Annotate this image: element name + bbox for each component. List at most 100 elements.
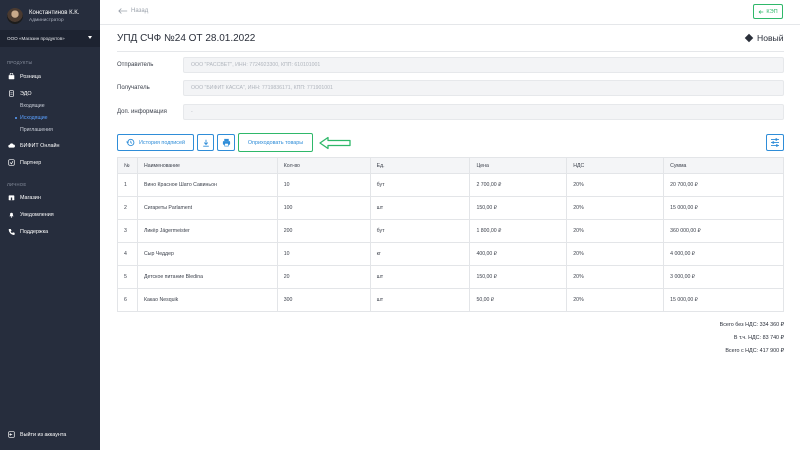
receive-goods-button[interactable]: Оприходовать товары bbox=[238, 133, 313, 152]
section-personal: ЛИЧНОЕ bbox=[7, 182, 27, 187]
printer-icon bbox=[222, 138, 230, 147]
table-cell: Детское питание Bledina bbox=[136, 265, 278, 289]
table-cell: 20 bbox=[276, 265, 371, 289]
signature-history-button[interactable]: История подписей bbox=[117, 134, 194, 151]
sidebar-item-label: Магазин bbox=[20, 194, 41, 201]
sender-field: ООО "РАССВЕТ", ИНН: 7724923300, КПП: 610… bbox=[183, 57, 784, 73]
chevron-down-icon bbox=[88, 36, 92, 39]
table-cell: 400,00 ₽ bbox=[469, 242, 567, 266]
cloud-icon bbox=[8, 143, 15, 148]
table-cell: 5 bbox=[124, 274, 127, 280]
arrow-left-icon bbox=[758, 9, 764, 14]
table-cell: Ликёр Jägermeister bbox=[136, 219, 278, 243]
total-with-vat: Всего с НДС: 417 900 ₽ bbox=[725, 348, 784, 354]
org-selector[interactable]: ООО «Магазин продуктов» bbox=[0, 30, 100, 47]
cart-icon bbox=[8, 73, 15, 80]
divider bbox=[117, 51, 784, 52]
table-row[interactable]: 4 Сыр Чеддер 10 кг 400,00 ₽ 20% 4 000,00… bbox=[117, 242, 784, 266]
logout-icon bbox=[8, 431, 15, 438]
total-vat: В т.ч. НДС: 83 740 ₽ bbox=[733, 335, 784, 341]
table-cell: 360 000,00 ₽ bbox=[663, 219, 784, 243]
recipient-label: Получатель bbox=[117, 85, 150, 91]
table-cell: 6 bbox=[124, 297, 127, 303]
table-row[interactable]: 5 Детское питание Bledina 20 шт 150,00 ₽… bbox=[117, 265, 784, 289]
sidebar-item-label: Поддержка bbox=[20, 228, 49, 235]
table-cell: 1 bbox=[124, 182, 127, 188]
table-cell: 15 000,00 ₽ bbox=[663, 288, 784, 312]
table-cell: 4 bbox=[124, 251, 127, 257]
sidebar-item-outgoing[interactable]: Исходящие bbox=[15, 115, 48, 121]
sidebar-item-support[interactable]: Поддержка bbox=[8, 228, 48, 235]
table-cell: 200 bbox=[276, 219, 371, 243]
table-row[interactable]: 1 Вино Красное Шато Савиньон 10 бут 2 70… bbox=[117, 173, 784, 197]
table-cell: 2 bbox=[124, 205, 127, 211]
sidebar-item-retail[interactable]: Розница bbox=[8, 73, 41, 80]
table-cell: 300 bbox=[276, 288, 371, 312]
table-cell: Какао Nesquik bbox=[136, 288, 278, 312]
table-cell: 15 000,00 ₽ bbox=[663, 196, 784, 220]
column-header: Наименование bbox=[136, 157, 278, 174]
column-header: Кол-во bbox=[276, 157, 371, 174]
document-icon bbox=[9, 90, 14, 97]
total-without-vat: Всего без НДС: 334 360 ₽ bbox=[719, 322, 784, 328]
table-cell: 3 000,00 ₽ bbox=[663, 265, 784, 289]
table-row[interactable]: 2 Сигареты Parlament 100 шт 150,00 ₽ 20%… bbox=[117, 196, 784, 220]
table-cell: Сигареты Parlament bbox=[136, 196, 278, 220]
sidebar-item-label: Партнер bbox=[20, 159, 42, 166]
user-role: Администратор bbox=[29, 17, 64, 23]
table-cell: 20% bbox=[566, 265, 664, 289]
table-cell: шт bbox=[369, 196, 470, 220]
sidebar-item-label: ЭДО bbox=[20, 90, 32, 97]
column-header: Цена bbox=[469, 157, 567, 174]
table-cell: 20% bbox=[566, 173, 664, 197]
table-cell: 20% bbox=[566, 196, 664, 220]
table-cell: 20 700,00 ₽ bbox=[663, 173, 784, 197]
phone-icon bbox=[8, 229, 15, 235]
download-icon bbox=[202, 139, 209, 147]
table-cell: 20% bbox=[566, 288, 664, 312]
logout-button[interactable]: Выйти из аккаунта bbox=[8, 431, 66, 438]
extra-info-label: Доп. информация bbox=[117, 109, 167, 115]
column-header: НДС bbox=[566, 157, 664, 174]
items-table: № Наименование Кол-во Ед. Цена НДС Сумма… bbox=[117, 157, 784, 312]
section-products: ПРОДУКТЫ bbox=[7, 60, 33, 65]
user-name: Константинов К.К. bbox=[29, 9, 80, 16]
avatar[interactable] bbox=[7, 8, 23, 24]
recipient-field: ООО "БИФИТ КАССА", ИНН: 7719836171, КПП:… bbox=[183, 80, 784, 96]
status-label: Новый bbox=[757, 33, 784, 43]
kep-button[interactable]: КЭП bbox=[753, 4, 783, 19]
sidebar-item-incoming[interactable]: Входящие bbox=[20, 103, 45, 109]
table-cell: бут bbox=[369, 173, 470, 197]
arrow-left-icon bbox=[319, 136, 351, 150]
table-header: № Наименование Кол-во Ед. Цена НДС Сумма bbox=[117, 157, 784, 174]
kep-label: КЭП bbox=[766, 8, 778, 15]
sidebar-item-edo[interactable]: ЭДО bbox=[8, 90, 32, 97]
divider bbox=[100, 24, 800, 25]
arrow-left-icon bbox=[118, 8, 128, 14]
table-row[interactable]: 6 Какао Nesquik 300 шт 50,00 ₽ 20% 15 00… bbox=[117, 288, 784, 312]
sidebar-item-shops[interactable]: Магазин bbox=[8, 194, 41, 201]
table-cell: кг bbox=[369, 242, 470, 266]
extra-info-field: - bbox=[183, 104, 784, 120]
table-cell: 150,00 ₽ bbox=[469, 265, 567, 289]
table-cell: бут bbox=[369, 219, 470, 243]
table-cell: 150,00 ₽ bbox=[469, 196, 567, 220]
sidebar-item-label: Уведомления bbox=[20, 211, 54, 218]
sender-label: Отправитель bbox=[117, 62, 154, 68]
columns-settings-button[interactable] bbox=[766, 134, 784, 151]
sidebar-item-partner[interactable]: Партнер bbox=[8, 159, 41, 166]
table-cell: шт bbox=[369, 265, 470, 289]
download-button[interactable] bbox=[197, 134, 214, 151]
sidebar-item-bifit-online[interactable]: БИФИТ Онлайн bbox=[8, 142, 59, 149]
user-profile[interactable]: Константинов К.К. Администратор bbox=[7, 8, 79, 24]
print-button[interactable] bbox=[217, 134, 235, 151]
table-cell: шт bbox=[369, 288, 470, 312]
back-link[interactable]: Назад bbox=[118, 7, 148, 15]
table-cell: 20% bbox=[566, 242, 664, 266]
sidebar-item-invitations[interactable]: Приглашения bbox=[20, 127, 53, 133]
sidebar-item-notifications[interactable]: Уведомления bbox=[8, 211, 54, 218]
table-cell: 3 bbox=[124, 228, 127, 234]
table-cell: 100 bbox=[276, 196, 371, 220]
column-header: Сумма bbox=[663, 157, 784, 174]
table-row[interactable]: 3 Ликёр Jägermeister 200 бут 1 800,00 ₽ … bbox=[117, 219, 784, 243]
